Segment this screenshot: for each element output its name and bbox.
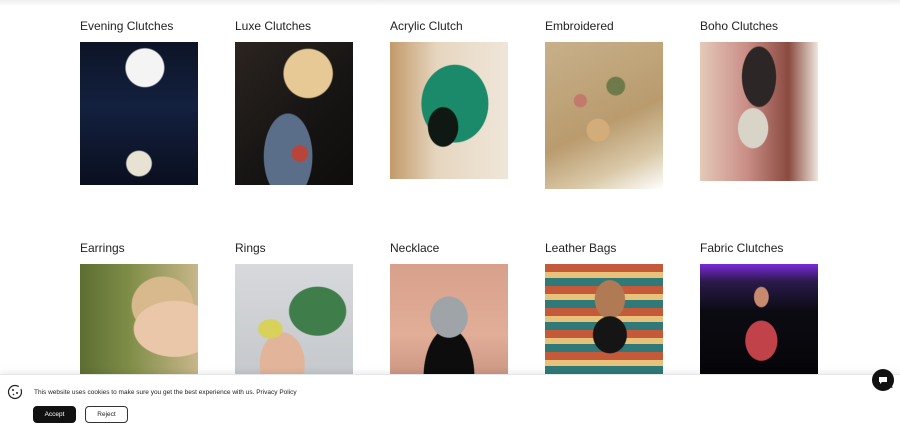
accept-cookies-button[interactable]: Accept	[33, 406, 76, 423]
category-card-leather-bags[interactable]: Leather Bags	[545, 240, 700, 382]
category-title[interactable]: Fabric Clutches	[700, 240, 855, 264]
category-image[interactable]	[545, 42, 663, 189]
chat-widget-button[interactable]	[872, 369, 894, 391]
category-image[interactable]	[390, 264, 508, 382]
category-card-necklace[interactable]: Necklace	[390, 240, 545, 382]
cookie-message-text: This website uses cookies to make sure y…	[34, 389, 255, 396]
category-card-fabric-clutches[interactable]: Fabric Clutches	[700, 240, 855, 382]
category-row-2: Earrings Rings Necklace Leather Bags Fab…	[80, 240, 820, 382]
cookie-message: This website uses cookies to make sure y…	[34, 389, 297, 396]
category-image[interactable]	[235, 42, 353, 185]
category-image[interactable]	[235, 264, 353, 382]
category-card-evening-clutches[interactable]: Evening Clutches	[80, 18, 235, 240]
category-card-boho-clutches[interactable]: Boho Clutches	[700, 18, 855, 240]
category-title[interactable]: Acrylic Clutch	[390, 18, 545, 42]
category-row-1: Evening Clutches Luxe Clutches Acrylic C…	[80, 18, 820, 240]
privacy-policy-link[interactable]: Privacy Policy	[256, 389, 296, 396]
category-title[interactable]: Leather Bags	[545, 240, 700, 264]
category-title[interactable]: Earrings	[80, 240, 235, 264]
category-card-earrings[interactable]: Earrings	[80, 240, 235, 382]
category-image[interactable]	[700, 264, 818, 382]
category-image[interactable]	[700, 42, 818, 181]
reject-cookies-button[interactable]: Reject	[85, 406, 128, 423]
category-image[interactable]	[390, 42, 508, 179]
category-title[interactable]: Luxe Clutches	[235, 18, 390, 42]
category-card-luxe-clutches[interactable]: Luxe Clutches	[235, 18, 390, 240]
category-title[interactable]: Evening Clutches	[80, 18, 235, 42]
category-image[interactable]	[80, 42, 198, 185]
category-title[interactable]: Embroidered	[545, 18, 700, 42]
category-title[interactable]: Rings	[235, 240, 390, 264]
category-image[interactable]	[80, 264, 198, 382]
category-image[interactable]	[545, 264, 663, 382]
cookie-icon	[7, 384, 23, 400]
chat-icon	[879, 377, 887, 384]
category-grid: Evening Clutches Luxe Clutches Acrylic C…	[80, 18, 820, 382]
category-card-acrylic-clutch[interactable]: Acrylic Clutch	[390, 18, 545, 240]
category-card-embroidered[interactable]: Embroidered	[545, 18, 700, 240]
header-edge	[0, 0, 900, 6]
category-card-rings[interactable]: Rings	[235, 240, 390, 382]
category-title[interactable]: Necklace	[390, 240, 545, 264]
category-title[interactable]: Boho Clutches	[700, 18, 855, 42]
cookie-banner: This website uses cookies to make sure y…	[0, 374, 900, 430]
